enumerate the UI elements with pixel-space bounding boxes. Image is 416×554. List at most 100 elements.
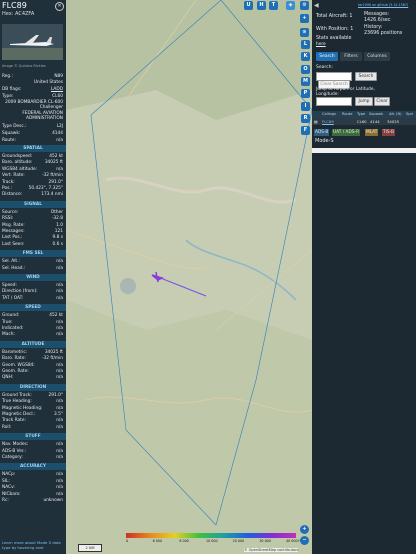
tab-filters[interactable]: Filters <box>340 52 362 61</box>
jump-button[interactable]: Jump <box>355 97 373 106</box>
info-row-value: n/a <box>56 478 63 484</box>
section-header-fms-sel[interactable]: FMS SEL <box>0 250 66 258</box>
version-link[interactable]: tar1090 on github (3.14.1587) <box>358 3 408 7</box>
expand-arrow-icon[interactable]: ◀ <box>314 2 319 9</box>
section-header-accuracy[interactable]: ACCURACY <box>0 463 66 471</box>
col-altitude[interactable]: Alt. (ft) <box>389 111 402 118</box>
section-header-stuff[interactable]: STUFF <box>0 433 66 441</box>
section-header-spatial[interactable]: SPATIAL <box>0 145 66 152</box>
lock-icon[interactable]: ⊙ <box>300 28 309 37</box>
callsign-title: FLC89 <box>2 1 27 10</box>
aircraft-info-panel: FLC89 Hex: AC4ZFA ✕ Image © Quintus Rick… <box>0 0 66 554</box>
info-row-label: Geom. WGS84: <box>2 362 35 368</box>
section-header-altitude[interactable]: ALTITUDE <box>0 340 66 348</box>
section-header-wind[interactable]: WIND <box>0 274 66 281</box>
map-toggle-m[interactable]: M <box>301 76 310 86</box>
info-row-label: Category: <box>2 455 23 460</box>
section-header-direction[interactable]: DIRECTION <box>0 383 66 391</box>
colorscale-tick-label: 8 000 <box>179 539 189 543</box>
route-label: Route: <box>2 138 16 143</box>
info-row-label: RSSI: <box>2 216 14 222</box>
col-route[interactable]: Route <box>342 111 352 118</box>
map-toggle-k[interactable]: K <box>301 52 310 62</box>
search-label: Search: <box>316 65 333 70</box>
col-type[interactable]: Type <box>357 111 365 118</box>
reg-value: N89 <box>54 74 63 79</box>
info-row-value: n/a <box>56 405 63 411</box>
info-row-value: n/a <box>56 418 63 424</box>
zoom-in-icon[interactable]: + <box>300 14 309 23</box>
info-row-value: -32 ft/min <box>41 173 63 179</box>
info-row-value: n/a <box>56 265 63 271</box>
row-callsign[interactable]: FLC89 <box>322 118 334 125</box>
aircraft-photo[interactable] <box>2 24 63 60</box>
settings-icon[interactable]: ⚙ <box>300 1 309 10</box>
map-button-t[interactable]: T <box>269 1 278 10</box>
info-row-label: Magnetic Heading: <box>2 405 43 411</box>
close-icon[interactable]: ✕ <box>55 2 64 11</box>
info-row-value: n/a <box>56 448 63 454</box>
info-row-label: Speed: <box>2 283 17 288</box>
info-row-value: 3.5° <box>54 412 63 417</box>
tab-columns[interactable]: Columns <box>364 52 390 61</box>
info-row-value: n/a <box>56 326 63 331</box>
zoom-out-button[interactable]: − <box>300 536 309 545</box>
map-toggle-l[interactable]: L <box>301 40 310 49</box>
legend-mlat: MLAT <box>365 129 379 136</box>
info-row-label: Distance: <box>2 192 23 198</box>
typedesc-label: Type Desc.: <box>2 124 27 129</box>
jump-input[interactable] <box>316 97 352 106</box>
country-value: United States <box>33 80 63 85</box>
info-row-label: Last Seen: <box>2 241 25 247</box>
info-row-value: n/a <box>56 166 63 172</box>
stats-link[interactable]: here <box>316 42 326 47</box>
map-toggle-p[interactable]: P <box>301 89 310 99</box>
info-row-value: 34025 ft <box>44 160 63 166</box>
table-scrollbar[interactable] <box>312 148 416 153</box>
col-callsign[interactable]: Callsign <box>322 111 336 118</box>
dbflags-label: DB flags: <box>2 87 22 92</box>
map-toggle-r[interactable]: R <box>301 113 310 123</box>
info-row-value: -32.8 <box>51 216 63 222</box>
info-row-label: Source: <box>2 209 19 215</box>
map-button-h[interactable]: H <box>257 1 266 10</box>
info-row-label: Geom. Rate: <box>2 369 29 374</box>
type-label: Type: <box>2 94 14 99</box>
map-toggle-o[interactable]: O <box>301 64 310 74</box>
search-button[interactable]: Search <box>355 72 377 81</box>
info-row-value: 452 kt <box>49 154 63 159</box>
section-header-signal[interactable]: SIGNAL <box>0 200 66 208</box>
jump-label: Jump to Airport or Latitude, Longitude: <box>316 87 375 97</box>
info-row-value: n/a <box>56 399 63 405</box>
map-toggle-i[interactable]: I <box>301 101 310 111</box>
colorscale-tick-label: 10 000 <box>206 539 218 543</box>
clear-jump-button[interactable]: Clear <box>374 97 390 106</box>
mode-s-help-link[interactable]: Learn more about Mode S data type by hov… <box>2 540 63 552</box>
zoom-in-button[interactable]: + <box>300 525 309 534</box>
info-row-label: Baro. Rate: <box>2 356 26 362</box>
map-attribution[interactable]: © OpenStreetMap contributors <box>244 548 299 552</box>
total-aircraft-value: 1 <box>349 14 353 19</box>
info-row-label: QNH: <box>2 375 14 381</box>
colorscale-tick-label: 6 000 <box>152 539 163 543</box>
info-row-value: 9.8 s <box>52 235 63 241</box>
dbflags-value[interactable]: LADD <box>51 87 63 92</box>
info-row-label: NICbaro: <box>2 491 21 497</box>
col-speed[interactable]: Spd <box>406 111 413 118</box>
layers-icon[interactable]: ◈ <box>286 1 295 10</box>
colorscale-tick-label: 0 <box>126 539 129 543</box>
info-row-label: Vert. Rate: <box>2 173 25 179</box>
info-row-value: n/a <box>56 455 63 460</box>
tab-search[interactable]: Search <box>316 52 338 61</box>
info-row-label: Track Rate: <box>2 418 26 424</box>
row-squawk: 4144 <box>370 119 380 124</box>
table-row[interactable]: ▤ FLC89 CL60 4144 34025 <box>312 118 416 125</box>
map-view[interactable]: U H T ◈ ⚙ + ⊙ + − 2 NM 0 6 000 8 000 10 000… <box>66 0 312 554</box>
info-row-label: TAT / OAT: <box>2 295 24 301</box>
legend-uat: UAT / ADS-R <box>332 129 361 136</box>
info-row-label: Baro. altitude: <box>2 160 33 166</box>
col-squawk[interactable]: Squawk <box>369 111 383 118</box>
map-button-u[interactable]: U <box>244 1 253 10</box>
map-toggle-f[interactable]: F <box>301 126 310 136</box>
section-header-speed[interactable]: SPEED <box>0 304 66 312</box>
